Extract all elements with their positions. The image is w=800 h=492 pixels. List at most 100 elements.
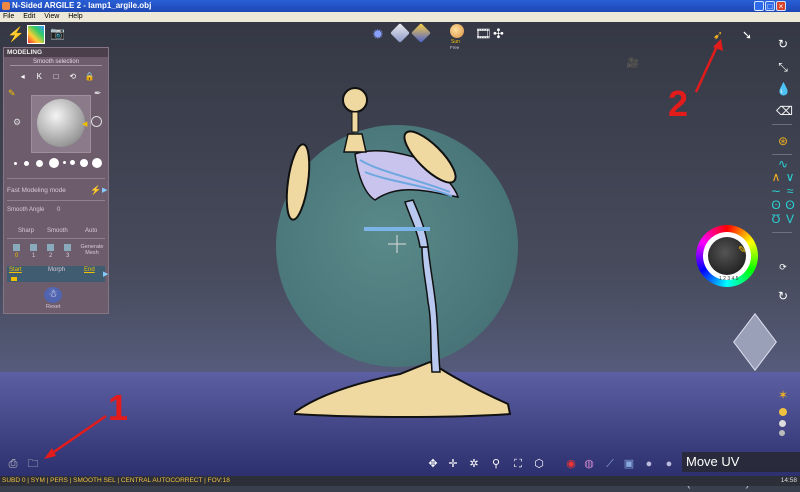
option-sharp[interactable]: Sharp (18, 228, 34, 234)
color-wheel[interactable]: 1 2 3 4 5 (696, 225, 758, 287)
subdiv-2-icon[interactable] (47, 244, 54, 251)
rotate-icon[interactable]: ✲ (467, 457, 481, 471)
target-icon[interactable] (91, 116, 102, 127)
swirl-icon[interactable]: ⊛ (776, 134, 790, 148)
smooth-angle-label: Smooth Angle (7, 207, 45, 213)
annotation-number-2: 2 (668, 83, 689, 124)
drop-icon[interactable]: 💧 (776, 82, 791, 96)
ball-alt-icon[interactable]: ● (662, 457, 676, 471)
deflate-tool-icon[interactable]: ʘ (783, 198, 797, 212)
ball-icon[interactable]: ● (642, 457, 656, 471)
walk-icon[interactable]: ✥ (426, 457, 440, 471)
sun-light-icon[interactable] (450, 24, 464, 38)
paint-mode-icon[interactable] (27, 25, 45, 44)
light-dot-3[interactable] (779, 430, 785, 436)
sphere-grid-icon[interactable]: ◍ (582, 457, 596, 471)
light-bulb-icon[interactable]: ✶ (776, 388, 790, 402)
menu-view[interactable]: View (41, 12, 63, 20)
wave-tool-icon[interactable]: ∿ (776, 157, 790, 171)
morph-slider-thumb[interactable] (11, 277, 17, 281)
close-button[interactable]: × (776, 1, 786, 11)
menu-edit[interactable]: Edit (20, 12, 39, 20)
grab-tool-icon[interactable]: Ʊ (769, 212, 783, 226)
select-vertex-icon[interactable]: ◂ (18, 72, 27, 81)
rotate-cw-icon[interactable]: ↻ (776, 289, 790, 303)
expand-arrow-icon[interactable]: ▶ (102, 186, 107, 194)
brush-size-5[interactable] (63, 161, 66, 164)
fast-modeling-label: Fast Modeling mode (7, 187, 66, 194)
cube-textured-icon[interactable] (411, 23, 431, 43)
status-bar: SUBD 0 | SYM | PERS | SMOOTH SEL | CENTR… (0, 476, 800, 486)
brush-icon[interactable]: ✎ (8, 88, 16, 99)
frame-icon[interactable]: ⛶ (511, 457, 525, 471)
subdiv-0-icon[interactable] (13, 244, 20, 251)
morph-end-label: End (84, 267, 95, 273)
rotate-view-icon[interactable]: ↻ (776, 37, 790, 51)
eyedropper-icon[interactable]: ✎ (738, 245, 746, 256)
valley-tool-icon[interactable]: ∨ (783, 170, 797, 184)
eraser-icon[interactable]: ⌫ (776, 104, 793, 118)
camera-rotate-icon[interactable]: ✣ (493, 26, 509, 42)
annotation-arrow-1 (44, 414, 107, 459)
box-icon[interactable]: ▣ (622, 457, 636, 471)
cube-shaded-icon[interactable] (390, 23, 410, 43)
pinch-tool-icon[interactable]: ∧ (769, 170, 783, 184)
reset-button[interactable]: Reset (46, 304, 60, 310)
light-dot-1[interactable] (779, 408, 787, 416)
settings-icon[interactable]: ⚙ (13, 117, 21, 128)
select-loop-icon[interactable]: ⟲ (68, 72, 77, 81)
smooth-tool-icon[interactable]: ∼ (769, 184, 783, 198)
brush-size-2[interactable] (24, 161, 29, 166)
scale-icon[interactable]: ⤡ (776, 60, 790, 74)
inflate-tool-icon[interactable]: ʘ (769, 198, 783, 212)
brush-size-7[interactable] (80, 159, 88, 167)
flatten-tool-icon[interactable]: ≈ (783, 184, 797, 198)
material-preview-ball[interactable] (37, 99, 85, 147)
option-auto[interactable]: Auto (85, 228, 97, 234)
pen-icon[interactable]: ✒ (94, 88, 102, 99)
crosshair-cursor (388, 235, 406, 253)
menu-help[interactable]: Help (65, 12, 86, 20)
subdiv-3-icon[interactable] (64, 244, 71, 251)
option-smooth[interactable]: Smooth (47, 228, 68, 234)
select-edge-icon[interactable]: K (35, 72, 44, 81)
ruler-icon[interactable]: ⟋ (603, 457, 617, 471)
minimize-button[interactable]: _ (754, 1, 764, 11)
refresh-icon[interactable]: ⟳ (776, 260, 790, 274)
brush-size-1[interactable] (14, 162, 17, 165)
brush-size-3[interactable] (36, 160, 43, 167)
maximize-button[interactable]: □ (765, 1, 775, 11)
eye-icon[interactable]: ◉ (564, 457, 578, 471)
import-icon[interactable]: ⎙ (6, 457, 20, 471)
brush-size-6[interactable] (70, 160, 75, 165)
display-mode-icon[interactable]: ✹ (372, 26, 388, 42)
select-arrow-icon[interactable]: ➘ (740, 28, 754, 42)
menu-file[interactable]: File (0, 12, 18, 20)
open-file-icon[interactable]: 🗀 (26, 457, 40, 471)
morph-arrow-icon[interactable]: ▶ (103, 270, 108, 278)
annotation-arrow-2 (694, 39, 723, 93)
reset-figure-icon[interactable]: ☃ (44, 287, 62, 303)
lock-icon[interactable]: 🔒 (85, 72, 95, 81)
zoom-icon[interactable]: ⚲ (489, 457, 503, 471)
subdiv-1-icon[interactable] (30, 244, 37, 251)
move-icon[interactable]: ✛ (446, 457, 460, 471)
select-face-icon[interactable]: □ (52, 72, 61, 81)
video-camera-icon[interactable]: 🎥 (626, 57, 640, 71)
film-icon[interactable]: 🎞 (475, 26, 492, 42)
sculpt-mode-icon[interactable]: ⚡ (7, 26, 24, 42)
brush-size-8[interactable] (92, 158, 102, 168)
title-bar: N-Sided ARGILE 2 - lamp1_argile.obj _ □ … (0, 0, 800, 12)
view-cube-icon[interactable]: ⬡ (532, 457, 546, 471)
falloff-handle-icon[interactable]: ◀ (82, 120, 87, 128)
light-dot-2[interactable] (779, 420, 786, 427)
crease-tool-icon[interactable]: V (783, 212, 797, 226)
color-presets[interactable]: 1 2 3 4 5 (719, 276, 738, 282)
brush-size-4[interactable] (49, 158, 59, 168)
sun-mode-label: Free (450, 45, 460, 50)
generate-mesh-button[interactable]: Generate Mesh (80, 244, 104, 256)
fast-mode-icon[interactable]: ⚡ (90, 185, 101, 196)
morph-label: Morph (48, 267, 66, 273)
status-clock: 14:58 (780, 477, 797, 484)
camera-icon[interactable]: 📷 (50, 27, 65, 39)
